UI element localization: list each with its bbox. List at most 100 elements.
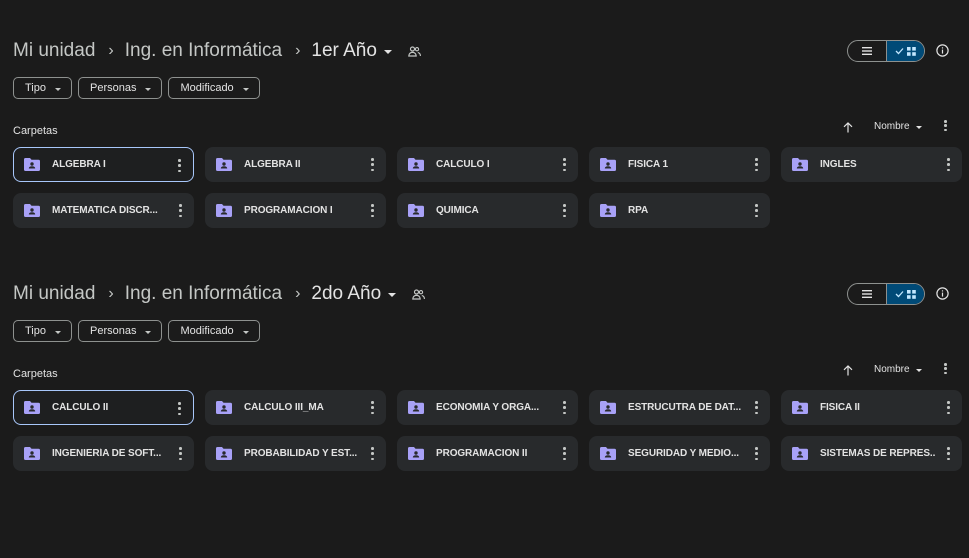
info-icon[interactable]: [936, 44, 949, 62]
chevron-down-icon: [55, 87, 61, 91]
folder-card[interactable]: PROGRAMACION II: [397, 436, 578, 471]
more-vertical-icon[interactable]: [947, 401, 950, 414]
folder-card[interactable]: ESTRUCUTRA DE DAT...: [589, 390, 770, 425]
folder-card[interactable]: MATEMATICA DISCR...: [13, 193, 194, 228]
more-vertical-icon[interactable]: [563, 447, 566, 460]
folder-name: ESTRUCUTRA DE DAT...: [628, 402, 742, 413]
folder-card[interactable]: SISTEMAS DE REPRES...: [781, 436, 962, 471]
folder-card[interactable]: CÁLCULO III_MA: [205, 390, 386, 425]
more-vertical-icon[interactable]: [178, 402, 181, 415]
folder-card[interactable]: PROBABILIDAD Y EST...: [205, 436, 386, 471]
more-vertical-icon[interactable]: [563, 204, 566, 217]
folder-name: INGLES: [820, 159, 857, 170]
folder-name: ALGEBRA II: [244, 159, 301, 170]
people-icon[interactable]: [412, 288, 426, 300]
folder-card[interactable]: FISICA 1: [589, 147, 770, 182]
breadcrumb-mi-unidad[interactable]: Mi unidad: [13, 283, 95, 305]
list-view-button[interactable]: [848, 41, 887, 61]
breadcrumb-ing-informatica[interactable]: Ing. en Informática: [125, 283, 282, 305]
arrow-up-icon[interactable]: [843, 120, 853, 138]
shared-folder-icon: [216, 447, 232, 460]
folder-section-2do-ano: Mi unidad › Ing. en Informática › 2do Añ…: [0, 243, 969, 488]
folder-name: CÁLCULO II: [52, 402, 109, 413]
more-vertical-icon[interactable]: [371, 158, 374, 171]
more-vertical-icon[interactable]: [179, 204, 182, 217]
folder-card[interactable]: QUIMICA: [397, 193, 578, 228]
shared-folder-icon: [216, 401, 232, 414]
shared-folder-icon: [24, 447, 40, 460]
folder-section-1er-ano: Mi unidad › Ing. en Informática › 1er Añ…: [0, 0, 969, 245]
breadcrumb-mi-unidad[interactable]: Mi unidad: [13, 40, 95, 62]
grid-view-button[interactable]: [887, 284, 924, 304]
breadcrumb-ing-informatica[interactable]: Ing. en Informática: [125, 40, 282, 62]
folder-name: FISICA II: [820, 402, 860, 413]
sort-by-name-button[interactable]: Nombre: [874, 364, 922, 375]
folder-name: FISICA 1: [628, 159, 668, 170]
filter-modificado[interactable]: Modificado: [168, 77, 260, 99]
more-vertical-icon[interactable]: [563, 158, 566, 171]
shared-folder-icon: [600, 447, 616, 460]
folder-name: QUIMICA: [436, 205, 479, 216]
folder-card[interactable]: ALGEBRA I: [13, 147, 194, 182]
more-vertical-icon[interactable]: [755, 204, 758, 217]
people-icon[interactable]: [408, 45, 421, 57]
view-toggle: [847, 40, 925, 62]
sort-label: Nombre: [874, 121, 910, 132]
shared-folder-icon: [408, 447, 424, 460]
folder-card[interactable]: CÁLCULO II: [13, 390, 194, 425]
more-vertical-icon[interactable]: [563, 401, 566, 414]
arrow-up-icon[interactable]: [843, 363, 853, 381]
more-vertical-icon[interactable]: [755, 158, 758, 171]
folder-card[interactable]: ALGEBRA II: [205, 147, 386, 182]
more-vertical-icon[interactable]: [947, 447, 950, 460]
filter-tipo[interactable]: Tipo: [13, 320, 72, 342]
more-vertical-icon[interactable]: [947, 158, 950, 171]
filter-label: Personas: [90, 325, 137, 337]
list-view-button[interactable]: [848, 284, 887, 304]
more-vertical-icon[interactable]: [371, 401, 374, 414]
folder-name: SISTEMAS DE REPRES...: [820, 448, 935, 459]
breadcrumb-separator: ›: [295, 285, 301, 302]
shared-folder-icon: [792, 401, 808, 414]
folder-card[interactable]: PROGRAMACION I: [205, 193, 386, 228]
folder-card[interactable]: INGLES: [781, 147, 962, 182]
folder-card[interactable]: INGENIERÍA DE SOFT...: [13, 436, 194, 471]
sort-by-name-button[interactable]: Nombre: [874, 121, 922, 132]
shared-folder-icon: [600, 204, 616, 217]
folder-card[interactable]: SEGURIDAD Y MEDIO...: [589, 436, 770, 471]
info-icon[interactable]: [936, 287, 949, 305]
filter-tipo[interactable]: Tipo: [13, 77, 72, 99]
folder-card[interactable]: CALCULO I: [397, 147, 578, 182]
shared-folder-icon: [408, 158, 424, 171]
chevron-down-icon: [242, 87, 249, 91]
breadcrumb-current-folder[interactable]: 1er Año: [311, 40, 392, 62]
breadcrumb-separator: ›: [295, 42, 301, 59]
folder-card[interactable]: FISICA II: [781, 390, 962, 425]
sort-label: Nombre: [874, 364, 910, 375]
check-icon: [895, 291, 904, 298]
more-vertical-icon[interactable]: [178, 159, 181, 172]
folder-name: ALGEBRA I: [52, 159, 106, 170]
more-vertical-icon[interactable]: [755, 447, 758, 460]
shared-folder-icon: [408, 401, 424, 414]
filter-personas[interactable]: Personas: [78, 320, 163, 342]
folder-grid: CÁLCULO II CÁLCULO III_MA ECONOMÍA Y ORGA.…: [13, 390, 962, 471]
filter-modificado[interactable]: Modificado: [168, 320, 260, 342]
more-vertical-icon[interactable]: [371, 447, 374, 460]
filter-label: Tipo: [25, 82, 46, 94]
more-vertical-icon[interactable]: [944, 120, 947, 131]
folders-heading: Carpetas: [13, 125, 58, 137]
folder-name: RPA: [628, 205, 649, 216]
folder-card[interactable]: RPA: [589, 193, 770, 228]
shared-folder-icon: [24, 158, 40, 171]
grid-view-icon: [907, 289, 916, 299]
grid-view-button[interactable]: [887, 41, 924, 61]
more-vertical-icon[interactable]: [179, 447, 182, 460]
more-vertical-icon[interactable]: [755, 401, 758, 414]
more-vertical-icon[interactable]: [944, 363, 947, 374]
breadcrumb-current-folder[interactable]: 2do Año: [311, 283, 397, 305]
folder-card[interactable]: ECONOMÍA Y ORGA...: [397, 390, 578, 425]
filter-personas[interactable]: Personas: [78, 77, 163, 99]
more-vertical-icon[interactable]: [371, 204, 374, 217]
chevron-down-icon: [388, 293, 397, 297]
